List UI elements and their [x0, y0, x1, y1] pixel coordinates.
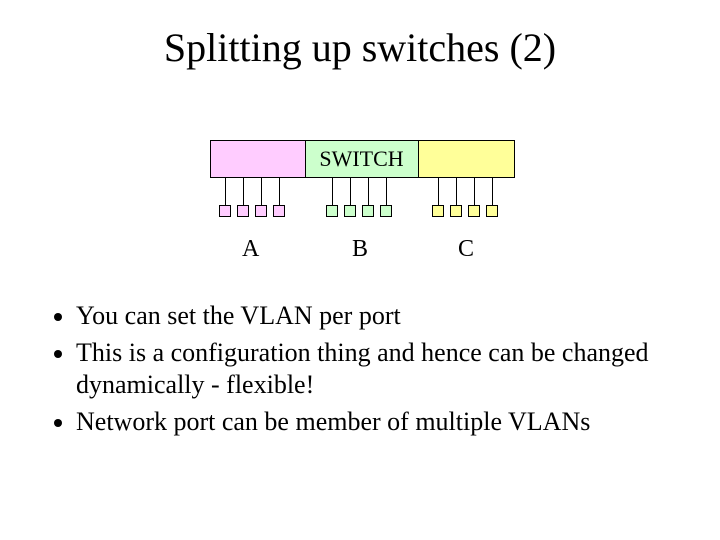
bullet-item: Network port can be member of multiple V… — [76, 406, 672, 439]
vlan-label-b: B — [352, 236, 368, 263]
port-b — [362, 205, 374, 217]
slide: Splitting up switches (2) SWITCH — [0, 0, 720, 540]
port-stem — [438, 177, 439, 205]
port-stem — [243, 177, 244, 205]
vlan-label-c: C — [458, 236, 474, 263]
port-a — [255, 205, 267, 217]
port-stem — [225, 177, 226, 205]
bullet-list: You can set the VLAN per port This is a … — [48, 300, 672, 442]
port-stem — [261, 177, 262, 205]
port-stem — [279, 177, 280, 205]
switch-diagram: SWITCH A B C — [210, 140, 513, 270]
port-stem — [350, 177, 351, 205]
port-a — [273, 205, 285, 217]
port-stem — [474, 177, 475, 205]
port-stem — [332, 177, 333, 205]
bullet-item: This is a configuration thing and hence … — [76, 337, 672, 402]
port-c — [486, 205, 498, 217]
port-b — [344, 205, 356, 217]
port-c — [450, 205, 462, 217]
port-b — [380, 205, 392, 217]
slide-title: Splitting up switches (2) — [0, 24, 720, 71]
port-c — [468, 205, 480, 217]
vlan-label-a: A — [242, 236, 259, 263]
switch-label: SWITCH — [210, 146, 513, 172]
port-stem — [368, 177, 369, 205]
port-b — [326, 205, 338, 217]
bullet-item: You can set the VLAN per port — [76, 300, 672, 333]
port-c — [432, 205, 444, 217]
port-stem — [492, 177, 493, 205]
port-stem — [386, 177, 387, 205]
port-stem — [456, 177, 457, 205]
port-a — [219, 205, 231, 217]
port-a — [237, 205, 249, 217]
